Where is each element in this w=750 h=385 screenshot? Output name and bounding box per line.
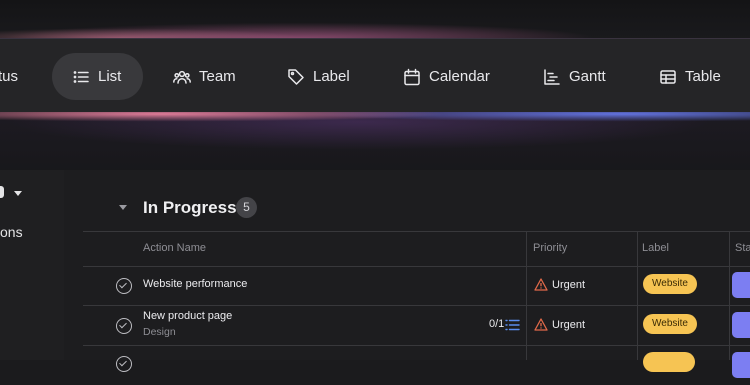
complete-check-icon[interactable] bbox=[116, 318, 132, 334]
table-header: Action Name Priority Label Sta bbox=[83, 231, 750, 267]
table-row[interactable]: Website performance Urgent Website bbox=[83, 266, 750, 306]
task-name[interactable]: Website performance bbox=[143, 278, 247, 290]
tab-gantt-label: Gantt bbox=[569, 68, 606, 85]
warning-icon bbox=[534, 318, 548, 331]
sidebar-workspace-initial[interactable] bbox=[0, 186, 4, 198]
tab-list[interactable]: List bbox=[52, 53, 144, 100]
priority-cell[interactable]: Urgent bbox=[534, 278, 585, 291]
label-badge[interactable]: Website bbox=[643, 314, 697, 334]
view-tabs: tus List Team Label Calendar Gantt Table bbox=[0, 38, 750, 114]
list-view: In Progress 5 Action Name Priority Label… bbox=[64, 170, 750, 378]
status-cell[interactable] bbox=[732, 312, 750, 338]
subtasks-icon[interactable] bbox=[505, 319, 520, 331]
tab-status-label: tus bbox=[0, 68, 19, 85]
priority-text: Urgent bbox=[552, 278, 586, 291]
column-header-status[interactable]: Sta bbox=[735, 242, 750, 254]
tag-icon bbox=[288, 68, 304, 85]
warning-icon bbox=[534, 278, 548, 291]
tab-calendar[interactable]: Calendar bbox=[403, 53, 490, 100]
tab-team-label: Team bbox=[199, 68, 236, 85]
priority-text: Urgent bbox=[552, 318, 586, 331]
calendar-icon bbox=[404, 68, 420, 85]
tab-calendar-label: Calendar bbox=[429, 68, 490, 85]
task-name[interactable]: New product page bbox=[143, 310, 232, 322]
team-icon bbox=[173, 70, 191, 84]
table-row[interactable]: New product page Design 0/1 Urgent Websi… bbox=[83, 306, 750, 346]
label-badge[interactable] bbox=[643, 352, 695, 372]
column-header-name[interactable]: Action Name bbox=[143, 242, 206, 254]
table-icon bbox=[660, 69, 676, 84]
group-title: In Progress bbox=[143, 198, 237, 217]
column-header-priority[interactable]: Priority bbox=[533, 242, 567, 254]
tab-table[interactable]: Table bbox=[659, 53, 721, 100]
table-row[interactable] bbox=[83, 346, 750, 385]
group-count-badge: 5 bbox=[236, 197, 257, 218]
collapse-group-icon[interactable] bbox=[119, 205, 127, 210]
tab-label-label: Label bbox=[313, 68, 350, 85]
label-badge[interactable]: Website bbox=[643, 274, 697, 294]
status-cell[interactable] bbox=[732, 272, 750, 298]
tab-list-label: List bbox=[98, 68, 122, 85]
tab-label[interactable]: Label bbox=[287, 53, 350, 100]
column-header-label[interactable]: Label bbox=[642, 242, 669, 254]
header-glow-lower bbox=[0, 112, 750, 172]
complete-check-icon[interactable] bbox=[116, 278, 132, 294]
complete-check-icon[interactable] bbox=[116, 356, 132, 372]
priority-cell[interactable]: Urgent bbox=[534, 318, 585, 331]
subtask-count: 0/1 bbox=[489, 318, 505, 330]
gantt-icon bbox=[544, 68, 560, 85]
tab-status[interactable]: tus bbox=[0, 53, 18, 100]
tab-table-label: Table bbox=[685, 68, 721, 85]
status-cell[interactable] bbox=[732, 352, 750, 378]
list-icon bbox=[73, 70, 89, 83]
sidebar: ons bbox=[0, 170, 64, 360]
task-project: Design bbox=[143, 326, 176, 338]
tab-team[interactable]: Team bbox=[173, 53, 236, 100]
chevron-down-icon[interactable] bbox=[14, 191, 22, 196]
sidebar-item[interactable]: ons bbox=[0, 224, 23, 240]
tab-gantt[interactable]: Gantt bbox=[543, 53, 606, 100]
header-glow bbox=[0, 0, 750, 40]
